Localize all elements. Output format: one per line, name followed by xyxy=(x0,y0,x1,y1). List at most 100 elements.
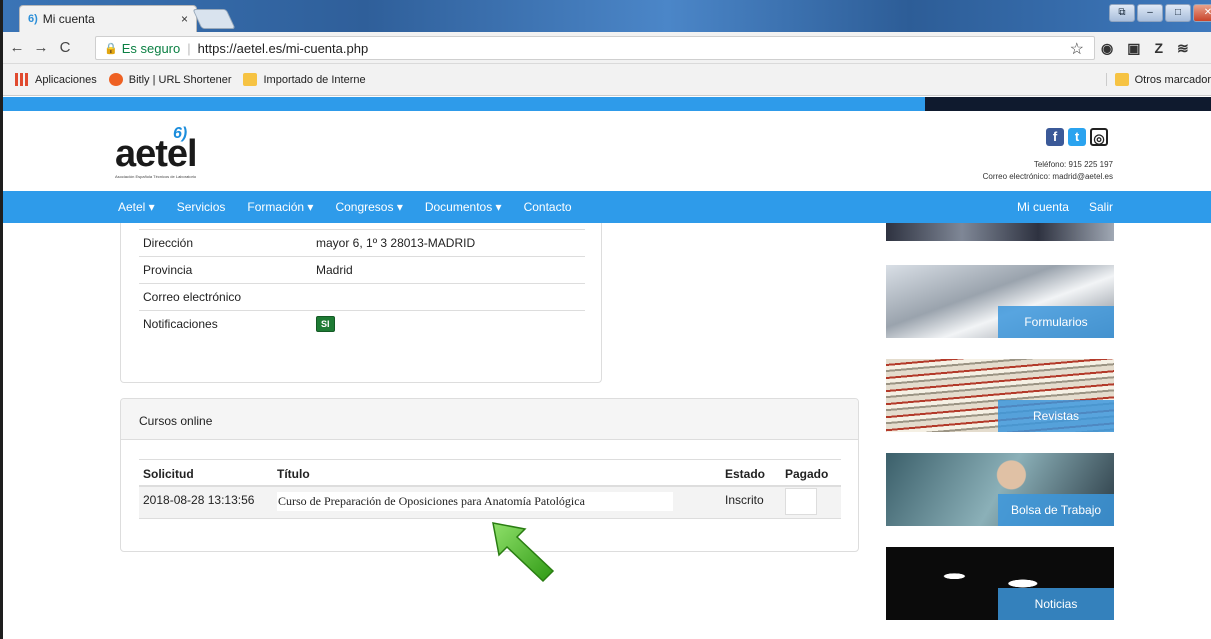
courses-panel: Cursos online Solicitud Título Estado Pa… xyxy=(120,398,859,552)
profile-label: Notificaciones xyxy=(143,317,218,331)
course-title[interactable]: Curso de Preparación de Oposiciones para… xyxy=(277,492,673,511)
bookmark-label: Bitly | URL Shortener xyxy=(128,73,232,86)
tab-mi-cuenta[interactable]: 6) Mi cuenta × xyxy=(19,5,197,32)
profile-value: Madrid xyxy=(316,263,353,277)
tab-close-icon[interactable]: × xyxy=(181,12,188,26)
col-estado: Estado xyxy=(721,459,781,487)
browser-toolbar: ← → C 🔒 Es seguro | https://aetel.es/mi-… xyxy=(3,32,1211,64)
nav-item-congresos[interactable]: Congresos ▾ xyxy=(335,200,402,214)
banner-label: Bolsa de Trabajo xyxy=(998,494,1114,526)
col-pagado: Pagado xyxy=(781,459,841,487)
tab-title: Mi cuenta xyxy=(42,12,95,26)
paid-box xyxy=(785,488,817,515)
profile-label: Dirección xyxy=(143,236,194,250)
nav-item-mi-cuenta[interactable]: Mi cuenta xyxy=(1017,200,1069,214)
account-links: Mi cuenta Salir xyxy=(1017,200,1113,214)
bookmark-label: Otros marcador xyxy=(1134,73,1211,86)
nav-item-contacto[interactable]: Contacto xyxy=(524,200,572,214)
address-separator: | xyxy=(187,40,191,56)
extension-icons: ◉ ▣ Z ≋ xyxy=(1101,40,1189,57)
nav-item-salir[interactable]: Salir xyxy=(1089,200,1113,214)
banner-bolsa-de-trabajo[interactable]: Bolsa de Trabajo xyxy=(886,453,1114,526)
bookmark-label: Aplicaciones xyxy=(35,73,97,86)
banner-label: Noticias xyxy=(998,588,1114,620)
close-window-icon[interactable]: ✕ xyxy=(1193,4,1211,22)
instagram-icon[interactable]: ◎ xyxy=(1090,128,1108,146)
col-solicitud: Solicitud xyxy=(139,459,273,487)
bookmark-bitly[interactable]: Bitly | URL Shortener xyxy=(108,73,232,86)
banner-formularios[interactable]: Formularios xyxy=(886,265,1114,338)
notifications-badge: SI xyxy=(316,316,335,332)
pointer-arrow-icon xyxy=(492,522,555,583)
bookmark-other[interactable]: Otros marcador xyxy=(1105,73,1211,86)
restore-icon[interactable]: ⧉ xyxy=(1109,4,1135,22)
new-tab-button[interactable] xyxy=(192,9,236,29)
folder-icon xyxy=(1114,73,1129,86)
cell-estado: Inscrito xyxy=(721,486,781,519)
profile-value: mayor 6, 1º 3 28013-MADRID xyxy=(316,236,476,250)
nav-item-documentos[interactable]: Documentos ▾ xyxy=(425,200,502,214)
browser-window: 6) Mi cuenta × ⧉ – □ ✕ ← → C 🔒 Es seguro… xyxy=(0,0,1211,639)
banner-revistas[interactable]: Revistas xyxy=(886,359,1114,432)
social-links: f t ◎ xyxy=(1046,128,1108,146)
aetel-logo[interactable]: 6) aetel Asociación Española Técnicos de… xyxy=(115,125,198,179)
forward-icon[interactable]: → xyxy=(31,39,51,56)
bookmark-star-icon[interactable]: ☆ xyxy=(1070,39,1084,59)
col-titulo: Título xyxy=(273,459,721,487)
url-text: https://aetel.es/mi-cuenta.php xyxy=(197,40,369,56)
folder-icon xyxy=(243,73,258,86)
phone-text: Teléfono: 915 225 197 xyxy=(1033,160,1113,169)
reload-icon[interactable]: C xyxy=(55,39,75,56)
site-favicon-icon: 6) xyxy=(28,13,38,25)
profile-row: Dirección mayor 6, 1º 3 28013-MADRID xyxy=(139,229,585,256)
courses-heading: Cursos online xyxy=(121,399,858,440)
logo-mark: 6) xyxy=(173,125,188,142)
logo-subtitle: Asociación Española Técnicos de Laborato… xyxy=(115,174,197,179)
zotero-extension-icon[interactable]: Z xyxy=(1154,40,1163,57)
courses-table: Solicitud Título Estado Pagado 2018-08-2… xyxy=(139,459,841,519)
nav-item-servicios[interactable]: Servicios xyxy=(177,200,226,214)
twitter-icon[interactable]: t xyxy=(1068,128,1086,146)
email-text: Correo electrónico: madrid@aetel.es xyxy=(982,172,1113,181)
web-page: 6) aetel Asociación Española Técnicos de… xyxy=(3,97,1211,639)
bookmarks-bar: Aplicaciones Bitly | URL Shortener Impor… xyxy=(3,64,1211,96)
top-band xyxy=(3,97,1211,111)
back-icon[interactable]: ← xyxy=(7,39,27,56)
bitly-icon xyxy=(108,73,123,86)
cell-pagado xyxy=(781,486,841,519)
banner-label: Formularios xyxy=(998,306,1114,338)
bookmark-imported[interactable]: Importado de Interne xyxy=(243,73,366,86)
profile-label: Provincia xyxy=(143,263,193,277)
banner-top-partial[interactable] xyxy=(886,223,1114,241)
main-navigation: Aetel ▾ Servicios Formación ▾ Congresos … xyxy=(3,191,1211,223)
table-row[interactable]: 2018-08-28 13:13:56 Curso de Preparación… xyxy=(139,486,841,519)
table-header-row: Solicitud Título Estado Pagado xyxy=(139,459,841,487)
cell-titulo: Curso de Preparación de Oposiciones para… xyxy=(273,486,721,519)
minimize-icon[interactable]: – xyxy=(1137,4,1163,22)
apps-grid-icon xyxy=(15,73,29,86)
bookmark-label: Importado de Interne xyxy=(263,73,366,86)
banner-label: Revistas xyxy=(998,400,1114,432)
pdf-extension-icon[interactable]: ▣ xyxy=(1127,40,1140,57)
cell-solicitud: 2018-08-28 13:13:56 xyxy=(139,486,273,519)
window-controls: ⧉ – □ ✕ xyxy=(1109,4,1211,22)
contact-info: Teléfono: 915 225 197 Correo electrónico… xyxy=(983,159,1113,183)
layers-extension-icon[interactable]: ≋ xyxy=(1177,40,1189,57)
bookmark-apps[interactable]: Aplicaciones xyxy=(15,73,97,86)
lock-icon: 🔒 xyxy=(104,42,118,55)
nav-item-aetel[interactable]: Aetel ▾ xyxy=(118,200,155,214)
secure-label: Es seguro xyxy=(121,40,181,56)
top-band-dark xyxy=(925,97,1211,111)
nav-item-formacion[interactable]: Formación ▾ xyxy=(247,200,313,214)
profile-card: Dirección mayor 6, 1º 3 28013-MADRID Pro… xyxy=(120,223,602,383)
profile-row: Provincia Madrid xyxy=(139,256,585,283)
tab-strip: 6) Mi cuenta × ⧉ – □ ✕ xyxy=(3,0,1211,32)
profile-row: Notificaciones SI xyxy=(139,310,585,337)
maximize-icon[interactable]: □ xyxy=(1165,4,1191,22)
facebook-icon[interactable]: f xyxy=(1046,128,1064,146)
address-bar[interactable]: 🔒 Es seguro | https://aetel.es/mi-cuenta… xyxy=(95,36,1095,60)
shield-extension-icon[interactable]: ◉ xyxy=(1101,40,1113,57)
banner-noticias[interactable]: Noticias xyxy=(886,547,1114,620)
profile-label: Correo electrónico xyxy=(143,290,242,304)
profile-row: Correo electrónico xyxy=(139,283,585,310)
